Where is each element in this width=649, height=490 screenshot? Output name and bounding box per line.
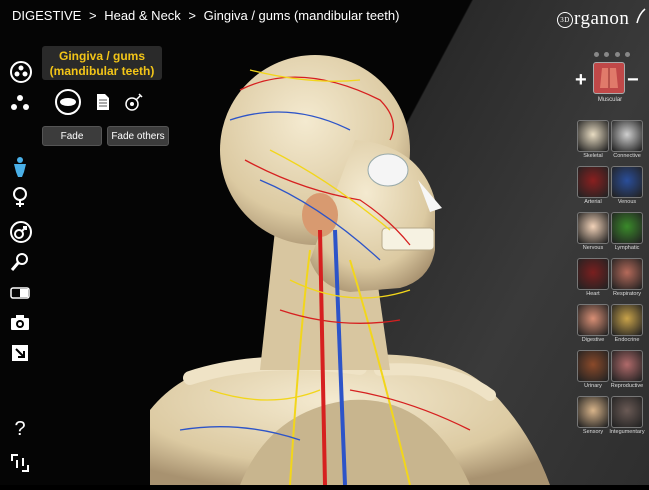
isolate-view-button[interactable] — [55, 89, 81, 115]
system-reproductive-label: Reproductive — [610, 383, 644, 389]
pin-label-button[interactable] — [121, 89, 147, 115]
breadcrumb: DIGESTIVE > Head & Neck > Gingiva / gums… — [12, 8, 403, 23]
body-icon[interactable] — [9, 156, 31, 178]
breadcrumb-separator: > — [188, 8, 197, 23]
zoom-out-button[interactable]: − — [627, 70, 639, 90]
system-nervous-button[interactable] — [577, 212, 609, 244]
system-skeletal-button[interactable] — [577, 120, 609, 152]
logo-text: rganon — [574, 8, 630, 29]
system-respiratory-label: Respiratory — [612, 291, 642, 297]
system-sensory-button[interactable] — [577, 396, 609, 428]
fade-others-button[interactable]: Fade others — [107, 126, 169, 146]
system-reproductive-button[interactable] — [611, 350, 643, 382]
page-dots — [594, 52, 630, 58]
system-arterial-button[interactable] — [577, 166, 609, 198]
breadcrumb-item-system[interactable]: DIGESTIVE — [12, 8, 81, 23]
selected-structure-title: Gingiva / gums (mandibular teeth) — [42, 46, 162, 80]
system-lymphatic-button[interactable] — [611, 212, 643, 244]
system-connective-button[interactable] — [611, 120, 643, 152]
toggle-icon[interactable] — [9, 282, 31, 304]
document-icon — [97, 94, 109, 110]
system-digestive-button[interactable] — [577, 304, 609, 336]
title-line-1: Gingiva / gums — [58, 49, 145, 63]
system-integumentary-button[interactable] — [611, 396, 643, 428]
atom-pin-icon — [125, 93, 143, 111]
molecule-icon[interactable] — [9, 92, 31, 114]
quill-icon — [635, 8, 646, 24]
current-system-label: Muscular — [597, 97, 623, 103]
search-icon[interactable] — [9, 251, 31, 273]
help-icon[interactable]: ? — [9, 418, 31, 440]
system-endocrine-label: Endocrine — [614, 337, 640, 343]
fullscreen-icon[interactable] — [9, 452, 31, 474]
fade-button[interactable]: Fade — [42, 126, 102, 146]
title-line-2: (mandibular teeth) — [49, 64, 155, 78]
share-icon[interactable] — [9, 342, 31, 364]
app-logo: 3D rganon — [557, 8, 647, 30]
muscle-torso-icon — [600, 68, 618, 88]
system-connective-label: Connective — [613, 153, 641, 159]
female-icon[interactable] — [9, 186, 31, 208]
breadcrumb-item-structure: Gingiva / gums (mandibular teeth) — [203, 8, 400, 23]
logo-3d-ring: 3D — [557, 11, 573, 28]
system-urinary-button[interactable] — [577, 350, 609, 382]
breadcrumb-item-region[interactable]: Head & Neck — [104, 8, 181, 23]
teeth — [381, 227, 435, 251]
anatomy-model[interactable] — [150, 30, 570, 486]
document-button[interactable] — [90, 89, 116, 115]
male-icon[interactable] — [9, 220, 33, 244]
camera-icon[interactable] — [9, 312, 31, 334]
system-endocrine-button[interactable] — [611, 304, 643, 336]
eye — [367, 153, 409, 187]
system-integumentary-label: Integumentary — [609, 429, 645, 435]
system-heart-button[interactable] — [577, 258, 609, 290]
system-respiratory-button[interactable] — [611, 258, 643, 290]
anatomy-viewport[interactable] — [150, 30, 570, 486]
system-lymphatic-label: Lymphatic — [614, 245, 640, 251]
system-muscular-button[interactable] — [593, 62, 625, 94]
system-venous-label: Venous — [617, 199, 637, 205]
zoom-in-button[interactable]: + — [575, 70, 587, 90]
system-venous-button[interactable] — [611, 166, 643, 198]
breadcrumb-separator: > — [88, 8, 97, 23]
layers-icon[interactable] — [9, 60, 33, 84]
eye-oval-icon — [55, 89, 81, 115]
